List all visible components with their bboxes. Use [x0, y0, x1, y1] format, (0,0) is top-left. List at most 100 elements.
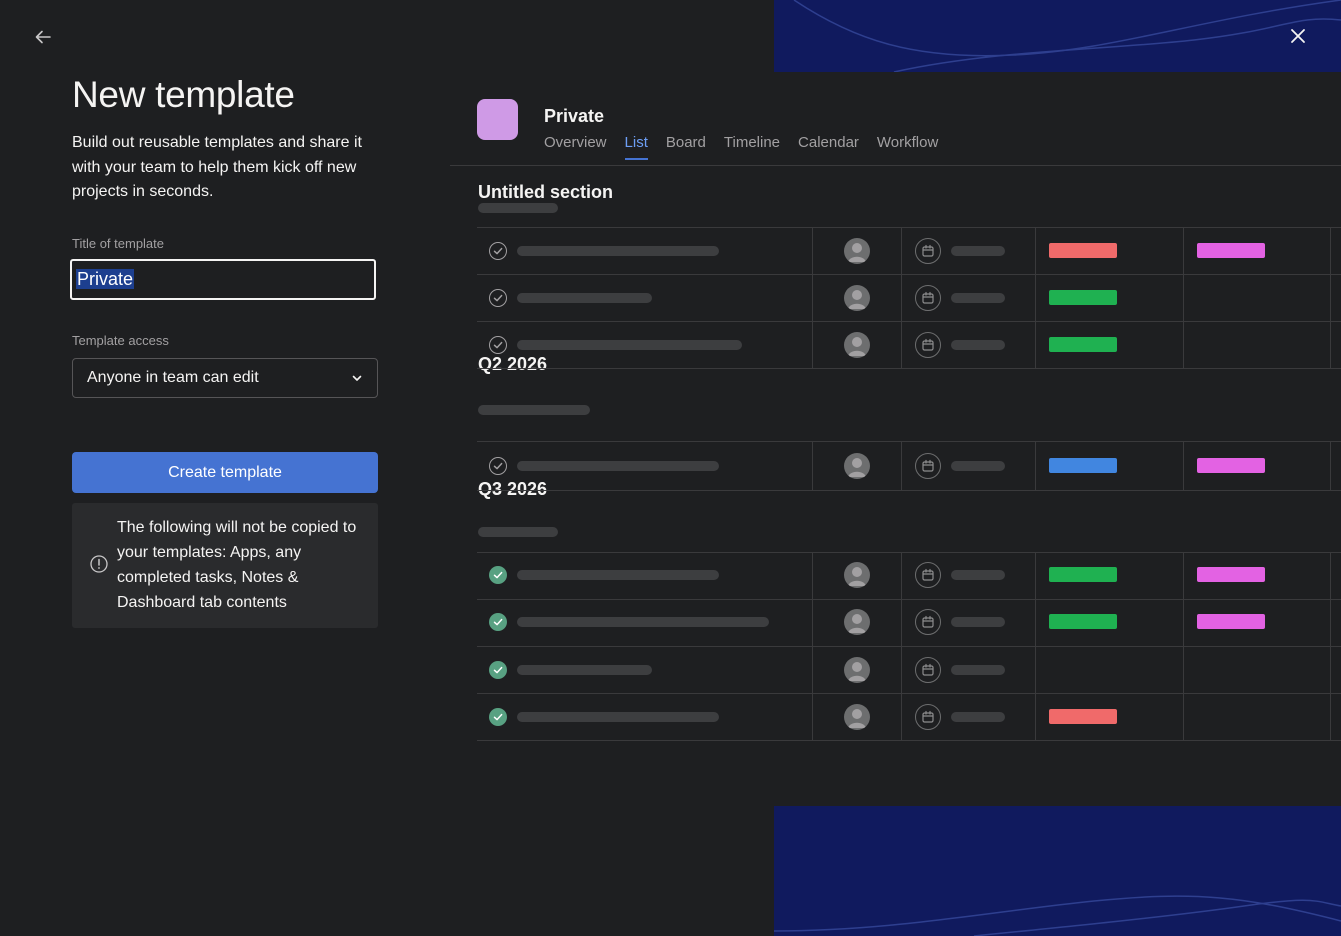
project-tabs: Overview List Board Timeline Calendar Wo… [544, 134, 956, 160]
template-access-select[interactable]: Anyone in team can edit [72, 358, 378, 398]
column-divider [1183, 441, 1184, 490]
close-icon [1291, 29, 1305, 43]
tag-chip [1197, 243, 1265, 258]
section-placeholder [478, 527, 558, 537]
row-divider [477, 368, 1341, 369]
check-circle-icon [489, 613, 507, 631]
tag-chip [1049, 614, 1117, 629]
column-divider [1183, 227, 1184, 368]
due-date-placeholder [951, 570, 1005, 580]
access-field-label: Template access [72, 333, 169, 348]
avatar-icon [844, 332, 870, 358]
row-divider [477, 646, 1341, 647]
avatar-icon [844, 285, 870, 311]
tab-workflow[interactable]: Workflow [877, 134, 938, 160]
row-divider [477, 441, 1341, 442]
check-circle-icon [489, 661, 507, 679]
row-divider [477, 321, 1341, 322]
chevron-down-icon [352, 375, 362, 381]
decorative-banner-top [774, 0, 1341, 72]
template-title-input[interactable]: Private [70, 259, 376, 300]
task-name-placeholder [517, 712, 719, 722]
row-divider [477, 227, 1341, 228]
avatar-icon [844, 657, 870, 683]
page-title: New template [72, 74, 295, 115]
calendar-icon [915, 609, 941, 635]
tabs-divider [450, 165, 1341, 166]
tag-chip [1049, 709, 1117, 724]
decorative-banner-bottom [774, 806, 1341, 936]
tag-chip [1049, 337, 1117, 352]
back-button[interactable] [28, 22, 58, 52]
section-placeholder [478, 203, 558, 213]
check-circle-icon [489, 336, 507, 354]
due-date-placeholder [951, 617, 1005, 627]
due-date-placeholder [951, 461, 1005, 471]
column-divider [1035, 227, 1036, 368]
column-divider [1035, 552, 1036, 740]
due-date-placeholder [951, 712, 1005, 722]
check-circle-icon [489, 708, 507, 726]
due-date-placeholder [951, 340, 1005, 350]
row-divider [477, 599, 1341, 600]
tag-chip [1049, 567, 1117, 582]
column-divider [1183, 552, 1184, 740]
calendar-icon [915, 704, 941, 730]
column-divider [812, 227, 813, 368]
check-circle-icon [489, 566, 507, 584]
avatar-icon [844, 238, 870, 264]
task-name-placeholder [517, 617, 769, 627]
due-date-placeholder [951, 293, 1005, 303]
calendar-icon [915, 238, 941, 264]
section-title: Untitled section [478, 182, 614, 202]
row-divider [477, 552, 1341, 553]
template-title-value: Private [76, 269, 135, 289]
tag-chip [1049, 458, 1117, 473]
calendar-icon [915, 285, 941, 311]
section-placeholder [478, 405, 590, 415]
tab-calendar[interactable]: Calendar [798, 134, 859, 160]
create-template-button[interactable]: Create template [72, 452, 378, 493]
tab-timeline[interactable]: Timeline [724, 134, 780, 160]
exclamation-circle-icon [90, 555, 108, 581]
column-divider [1330, 552, 1331, 740]
avatar-icon [844, 704, 870, 730]
task-name-placeholder [517, 246, 719, 256]
column-divider [901, 441, 902, 490]
tag-chip [1049, 243, 1117, 258]
row-divider [477, 740, 1341, 741]
tag-chip [1197, 458, 1265, 473]
project-icon [477, 99, 518, 140]
row-divider [477, 274, 1341, 275]
tab-list[interactable]: List [624, 134, 648, 160]
task-name-placeholder [517, 665, 652, 675]
calendar-icon [915, 453, 941, 479]
column-divider [901, 552, 902, 740]
check-circle-icon [489, 289, 507, 307]
due-date-placeholder [951, 246, 1005, 256]
template-access-value: Anyone in team can edit [87, 369, 259, 386]
tag-chip [1197, 567, 1265, 582]
page-description: Build out reusable templates and share i… [72, 134, 362, 200]
row-divider [477, 693, 1341, 694]
due-date-placeholder [951, 665, 1005, 675]
project-name: Private [544, 106, 605, 126]
column-divider [1330, 227, 1331, 368]
not-copied-notice: The following will not be copied to your… [72, 503, 378, 628]
avatar-icon [844, 562, 870, 588]
close-button[interactable] [1284, 22, 1312, 50]
tab-board[interactable]: Board [666, 134, 706, 160]
avatar-icon [844, 609, 870, 635]
task-name-placeholder [517, 461, 719, 471]
avatar-icon [844, 453, 870, 479]
tab-overview[interactable]: Overview [544, 134, 607, 160]
calendar-icon [915, 562, 941, 588]
calendar-icon [915, 332, 941, 358]
title-field-label: Title of template [72, 236, 165, 251]
arrow-left-icon [35, 30, 51, 44]
section-title: Q2 2026 [478, 354, 548, 374]
notice-text: The following will not be copied to your… [117, 519, 357, 611]
column-divider [901, 227, 902, 368]
calendar-icon [915, 657, 941, 683]
task-name-placeholder [517, 570, 719, 580]
